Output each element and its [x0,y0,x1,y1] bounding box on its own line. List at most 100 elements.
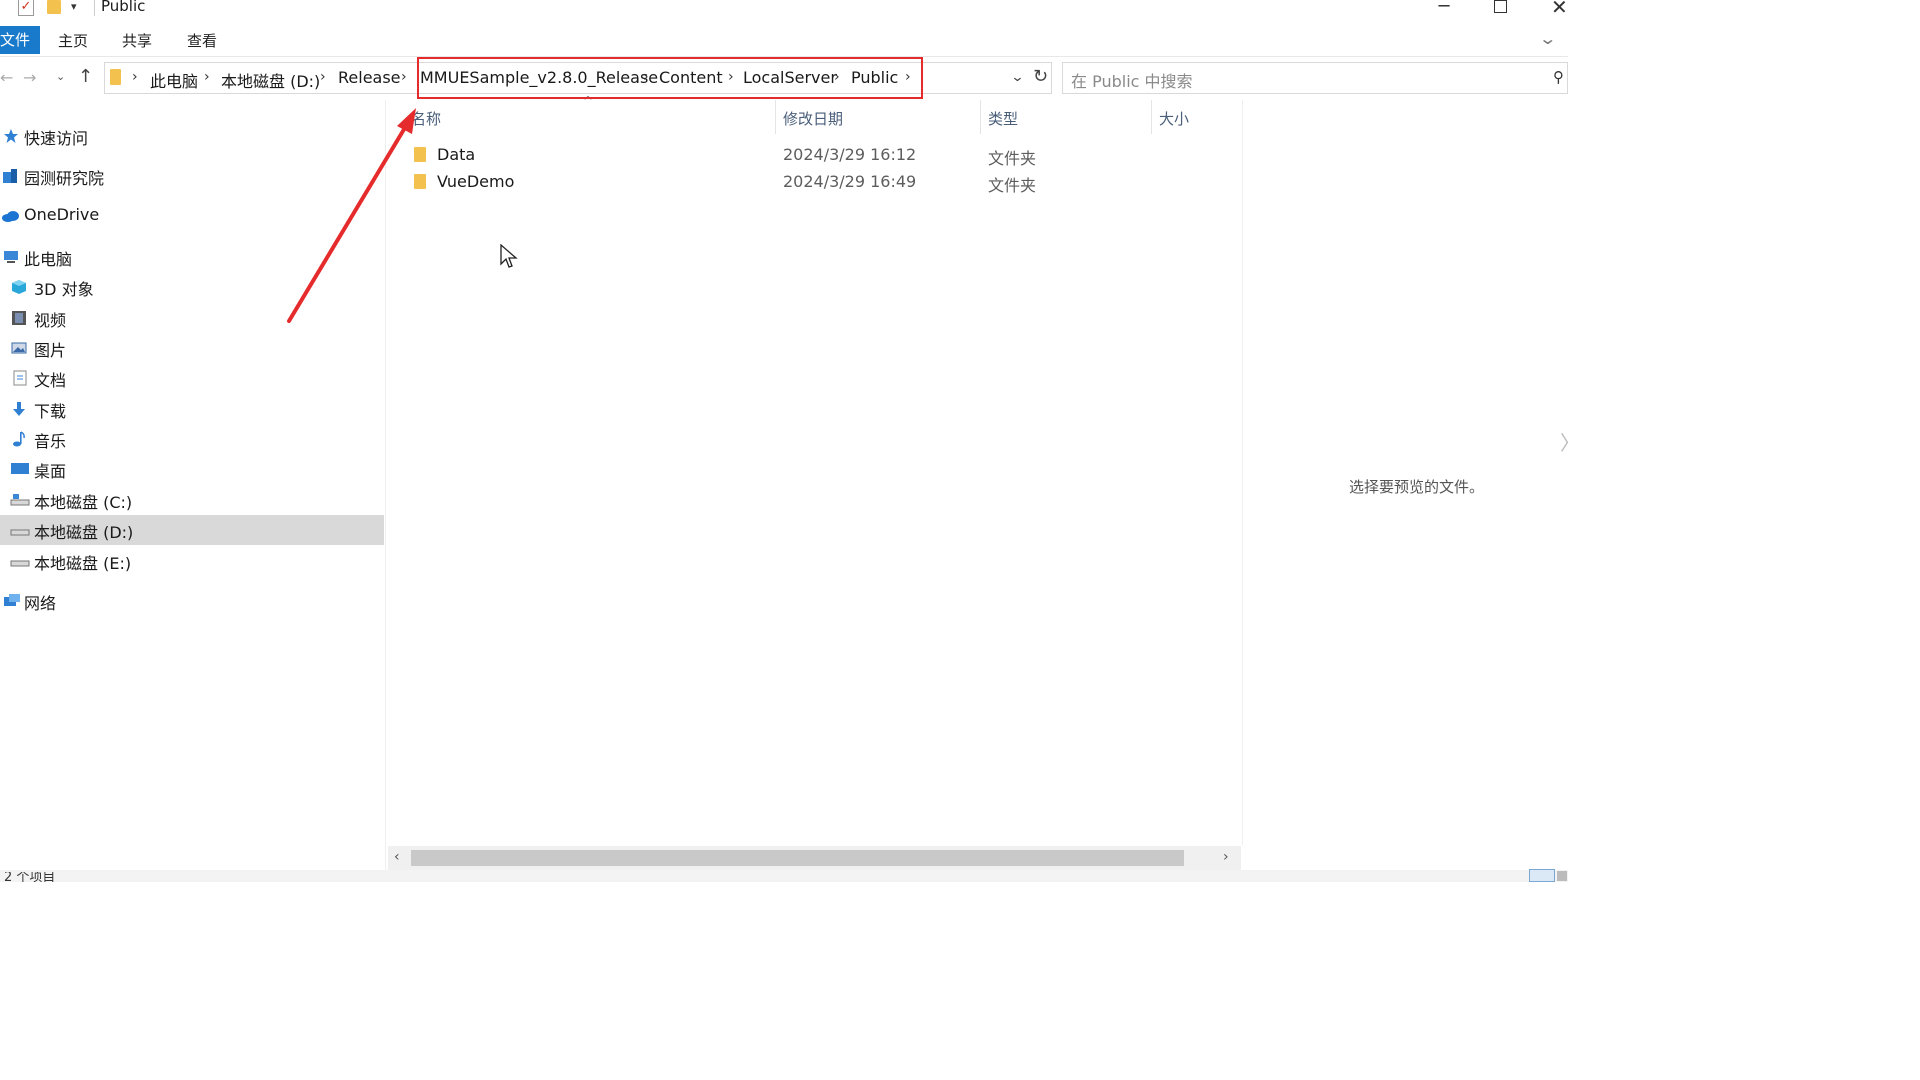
breadcrumb-chevron-icon[interactable]: › [204,69,210,85]
nav-label: 此电脑 [24,250,73,269]
column-header-name[interactable]: 名称 [411,108,441,129]
up-button[interactable]: ↑ [78,66,93,87]
nav-label: 图片 [34,341,67,360]
large-icons-view-icon[interactable] [1557,871,1567,881]
nav-item-music[interactable]: 音乐 [0,424,384,454]
column-header-type[interactable]: 类型 [988,108,1018,129]
network-icon [4,594,20,606]
properties-check-icon[interactable]: ✓ [18,0,34,16]
refresh-icon[interactable]: ↻ [1033,66,1048,87]
file-list [388,100,1241,845]
music-note-icon [13,431,25,447]
file-name[interactable]: VueDemo [437,172,514,191]
nav-label: 下载 [34,402,67,421]
nav-label: 视频 [34,311,67,330]
nav-label: OneDrive [24,205,100,224]
breadcrumb-drive-d[interactable]: 本地磁盘 (D:) [221,68,320,92]
nav-item-institute[interactable]: 园测研究院 [0,161,384,191]
mouse-cursor-icon [500,244,518,268]
computer-icon [4,251,18,263]
ribbon-tabs [0,26,1568,57]
nav-item-3d-objects[interactable]: 3D 对象 [0,272,384,302]
nav-item-desktop[interactable]: 桌面 [0,454,384,484]
search-icon[interactable]: ⚲ [1553,68,1564,86]
drive-icon [10,560,30,567]
document-icon [13,370,27,386]
nav-item-quick-access[interactable]: 快速访问 [0,121,384,151]
nav-item-drive-c[interactable]: 本地磁盘 (C:) [0,485,384,515]
download-arrow-icon [13,402,25,416]
nav-item-drive-d[interactable]: 本地磁盘 (D:) [0,515,384,545]
address-dropdown-icon[interactable]: ⌄ [1010,70,1024,85]
building-icon [3,169,17,183]
cube-icon [12,280,26,294]
desktop-icon [11,463,29,474]
nav-label: 本地磁盘 (E:) [34,554,132,573]
tab-home[interactable]: 主页 [58,30,88,51]
nav-item-documents[interactable]: 文档 [0,363,384,393]
drive-icon [10,529,30,536]
column-divider[interactable] [775,100,776,134]
annotation-highlight-box [417,57,923,99]
column-header-date[interactable]: 修改日期 [783,108,843,129]
nav-label: 网络 [24,594,57,613]
file-date: 2024/3/29 16:49 [783,172,917,191]
tab-view[interactable]: 查看 [187,30,217,51]
new-folder-icon[interactable] [47,0,61,14]
nav-label: 文档 [34,371,67,390]
breadcrumb-chevron-icon[interactable]: › [132,69,138,85]
nav-item-downloads[interactable]: 下载 [0,394,384,424]
nav-item-network[interactable]: 网络 [0,586,384,616]
column-divider[interactable] [980,100,981,134]
folder-icon [414,174,426,189]
nav-label: 桌面 [34,462,67,481]
column-divider[interactable] [1151,100,1152,134]
maximize-button[interactable] [1494,0,1507,13]
nav-item-onedrive[interactable]: OneDrive [0,201,384,231]
preview-pane [1242,100,1568,845]
nav-label: 本地磁盘 (D:) [34,523,134,542]
recent-locations-icon[interactable]: ⌄ [56,70,65,83]
scrollbar-thumb[interactable] [411,850,1184,866]
file-type: 文件夹 [988,176,1037,195]
nav-item-pictures[interactable]: 图片 [0,333,384,363]
scroll-right-icon[interactable]: › [1223,849,1229,865]
nav-label: 音乐 [34,432,67,451]
nav-label: 快速访问 [24,129,89,148]
folder-icon [110,69,121,85]
minimize-button[interactable]: ─ [1434,0,1454,17]
breadcrumb-chevron-icon[interactable]: › [401,69,407,85]
status-bar [0,870,1568,882]
forward-button[interactable]: → [23,68,36,87]
title-bar [0,0,1568,22]
search-input[interactable]: 在 Public 中搜索 [1071,68,1193,92]
nav-label: 本地磁盘 (C:) [34,493,133,512]
cloud-icon [2,211,19,222]
breadcrumb-release[interactable]: Release [338,68,401,87]
close-button[interactable]: ✕ [1551,0,1568,19]
back-button[interactable]: ← [0,68,13,87]
file-type: 文件夹 [988,149,1037,168]
customize-toolbar-dropdown-icon[interactable]: ▾ [71,0,77,13]
title-separator [94,0,95,16]
drive-icon [10,494,30,506]
nav-label: 园测研究院 [24,169,105,188]
tab-file[interactable]: 文件 [0,26,40,54]
nav-item-drive-e[interactable]: 本地磁盘 (E:) [0,546,384,576]
nav-label: 3D 对象 [34,280,94,299]
tab-share[interactable]: 共享 [122,30,152,51]
scroll-left-icon[interactable]: ‹ [394,849,400,865]
breadcrumb-chevron-icon[interactable]: › [320,69,326,85]
file-name[interactable]: Data [437,145,475,164]
details-view-icon[interactable] [1529,869,1555,882]
file-date: 2024/3/29 16:12 [783,145,917,164]
expand-ribbon-icon[interactable]: ⌄ [1538,29,1557,48]
breadcrumb-this-pc[interactable]: 此电脑 [150,68,198,92]
folder-icon [414,147,426,162]
chevron-right-icon[interactable]: 〉 [1560,427,1580,456]
film-icon [12,311,26,325]
column-header-size[interactable]: 大小 [1159,108,1189,129]
nav-item-this-pc[interactable]: 此电脑 [0,242,384,272]
nav-item-videos[interactable]: 视频 [0,303,384,333]
window-title: Public [101,0,146,15]
